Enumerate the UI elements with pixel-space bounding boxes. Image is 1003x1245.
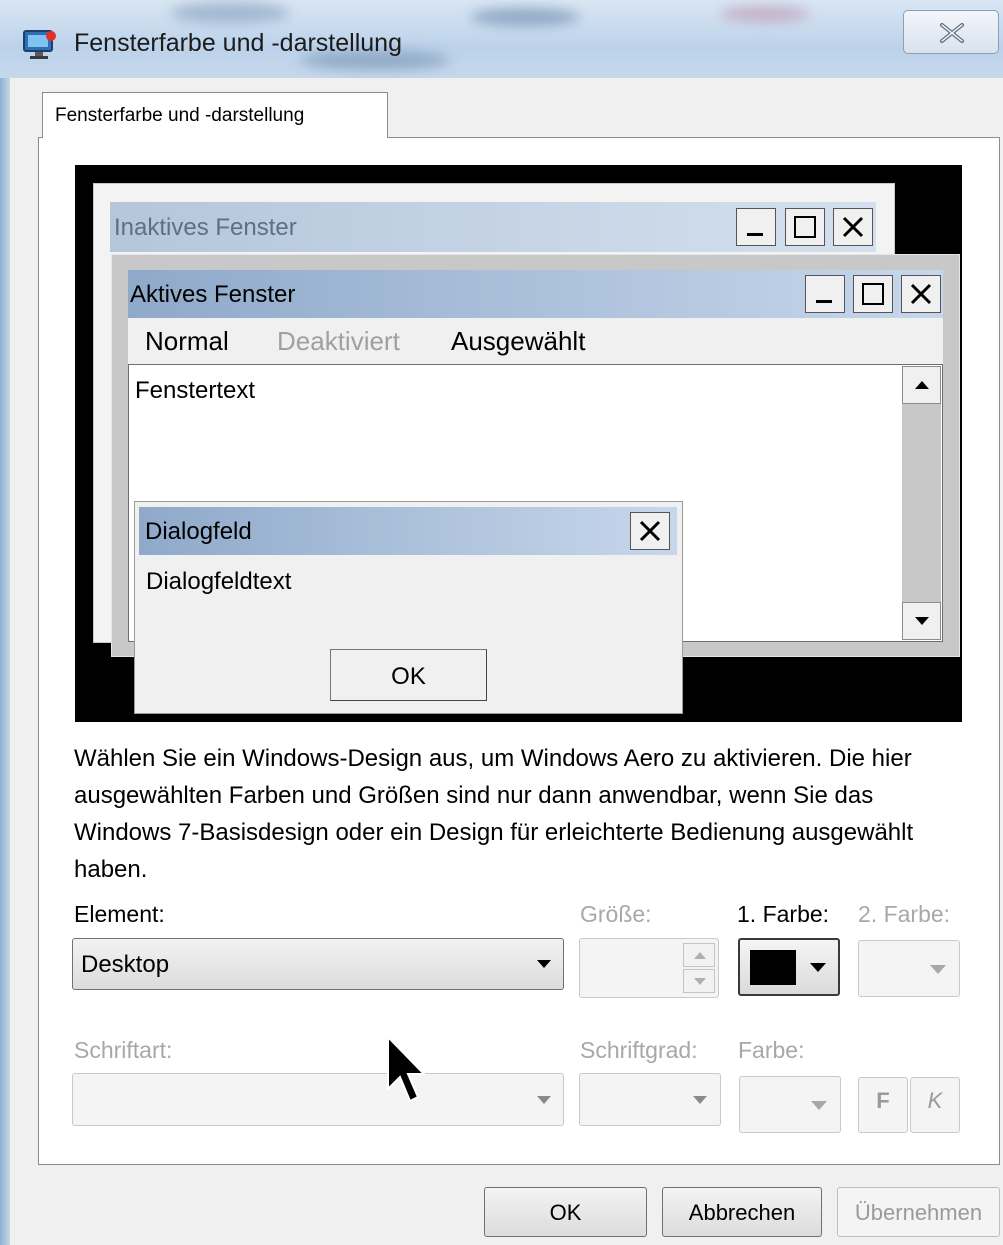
menu-item-selected[interactable]: Ausgewählt [451,326,585,357]
minimize-icon [816,300,832,303]
font-label: Schriftart: [74,1037,173,1063]
italic-button[interactable]: K [910,1077,960,1133]
preview-dialog-titlebar[interactable]: Dialogfeld [139,507,677,555]
preview-inactive-titlebar[interactable]: Inaktives Fenster [110,202,876,252]
color1-picker[interactable] [738,938,840,996]
dropdown-arrow-icon [537,960,551,968]
maximize-icon [794,216,816,238]
dropdown-arrow-icon [930,965,946,974]
dialog-ok-label: OK [391,663,426,690]
menu-item-disabled[interactable]: Deaktiviert [277,326,400,357]
active-close-button[interactable] [901,275,941,313]
color1-swatch [750,950,796,985]
size-spinner[interactable] [579,938,719,998]
color2-label: 2. Farbe: [858,901,951,927]
maximize-icon [862,283,884,305]
close-icon [842,216,864,238]
cancel-button[interactable]: Abbrechen [662,1187,822,1237]
apply-button[interactable]: Übernehmen [837,1187,1000,1237]
close-icon [940,23,964,43]
scroll-up-button[interactable] [902,366,941,404]
close-icon [639,520,661,542]
active-minimize-button[interactable] [805,275,845,313]
dropdown-arrow-icon [693,1096,707,1104]
dropdown-arrow-icon [537,1096,551,1104]
size-label: Größe: [580,901,652,927]
dropdown-arrow-icon [811,1101,827,1110]
preview-active-titlebar[interactable]: Aktives Fenster [128,270,943,318]
dialog-close-button[interactable] [630,512,670,550]
scroll-down-button[interactable] [902,602,941,640]
window-title: Fensterfarbe und -darstellung [74,29,402,57]
dialog-title: Dialogfeld [145,518,252,545]
inactive-maximize-button[interactable] [785,208,825,246]
tab-label: Fensterfarbe und -darstellung [55,105,305,126]
arrow-down-icon [694,978,706,985]
preview-menubar[interactable]: Normal Deaktiviert Ausgewählt [128,318,943,364]
font-dropdown[interactable] [72,1073,564,1126]
inactive-close-button[interactable] [833,208,873,246]
color2-picker[interactable] [858,940,960,997]
arrow-up-icon [915,381,929,389]
element-label: Element: [74,901,165,927]
color1-label: 1. Farbe: [737,901,830,927]
active-maximize-button[interactable] [853,275,893,313]
active-window-title: Aktives Fenster [130,281,296,308]
arrow-down-icon [915,617,929,625]
bold-label: F [876,1088,890,1113]
dialog-text: Dialogfeldtext [146,568,292,595]
inactive-minimize-button[interactable] [736,208,776,246]
size-down-button[interactable] [683,969,715,993]
element-dropdown[interactable]: Desktop [72,938,564,990]
ok-button[interactable]: OK [484,1187,647,1237]
dialog-ok-button[interactable]: OK [330,649,487,701]
ok-label: OK [549,1200,582,1225]
element-value: Desktop [81,951,170,978]
apply-label: Übernehmen [854,1200,983,1225]
menu-item-normal[interactable]: Normal [145,326,229,357]
mouse-cursor-icon [386,1034,427,1110]
minimize-icon [747,233,763,236]
size-up-button[interactable] [683,943,715,967]
preview-scrollbar[interactable] [902,366,941,640]
window-frame-left [0,78,10,1245]
close-icon [910,283,932,305]
display-settings-icon [22,28,58,62]
description-text: Wählen Sie ein Windows-Design aus, um Wi… [74,745,914,883]
cancel-label: Abbrechen [688,1200,796,1225]
font-size-label: Schriftgrad: [580,1037,698,1063]
font-color-label: Farbe: [738,1037,805,1063]
window-text: Fenstertext [135,377,256,404]
font-size-dropdown[interactable] [579,1073,721,1126]
arrow-up-icon [694,952,706,959]
dropdown-arrow-icon [810,963,826,972]
font-color-picker[interactable] [739,1076,841,1133]
bold-button[interactable]: F [858,1077,908,1133]
italic-label: K [927,1088,943,1113]
inactive-window-title: Inaktives Fenster [114,214,297,241]
tab-window-color[interactable]: Fensterfarbe und -darstellung [42,92,388,138]
close-button[interactable] [903,10,999,54]
